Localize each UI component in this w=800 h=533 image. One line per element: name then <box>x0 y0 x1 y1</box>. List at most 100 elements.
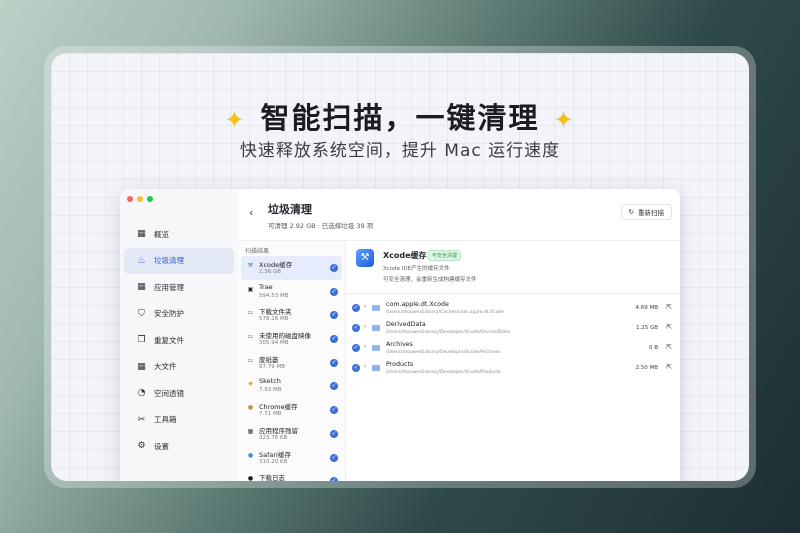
cache-entry[interactable]: ✓ › com.apple.dt.Xcode /Users/zhouwei/Li… <box>352 299 672 319</box>
open-external-icon[interactable]: ⇱ <box>666 303 672 311</box>
folder-icon <box>372 365 380 371</box>
chevron-right-icon[interactable]: › <box>364 323 366 330</box>
checkbox[interactable]: ✓ <box>330 477 338 481</box>
item-name: 应用程序残留 <box>259 426 298 435</box>
cache-entry[interactable]: ✓ › Archives /Users/zhouwei/Library/Deve… <box>352 339 672 359</box>
zoom-window-button[interactable] <box>147 196 153 202</box>
sidebar-item-apps[interactable]: ▦ 应用管理 <box>124 274 234 301</box>
sidebar-item-duplicates[interactable]: ❐ 重复文件 <box>124 327 234 354</box>
item-name: Trae <box>259 282 273 291</box>
checkbox[interactable]: ✓ <box>352 304 360 312</box>
xcode-icon: ⚒ <box>356 249 374 267</box>
close-window-button[interactable] <box>127 196 133 202</box>
list-item[interactable]: ▣ Trae 594.53 MB ✓ <box>241 280 342 304</box>
minimize-window-button[interactable] <box>137 196 143 202</box>
sidebar-item-label: 应用管理 <box>154 282 184 292</box>
folder-icon <box>372 305 380 311</box>
entry-path: /Users/zhouwei/Library/Developer/Xcode/D… <box>386 330 510 335</box>
sketch-icon: ◆ <box>248 380 253 388</box>
item-size: 1.36 GB <box>259 269 282 275</box>
sidebar-item-settings[interactable]: ⚙ 设置 <box>124 433 234 460</box>
scan-summary: 可清理 2.92 GB · 已选择垃圾 39 项 <box>268 222 374 230</box>
folder-icon <box>372 325 380 331</box>
entry-path: /Users/zhouwei/Library/Developer/Xcode/P… <box>386 370 501 375</box>
apps-icon: ▦ <box>247 427 254 435</box>
item-size: 7.71 MB <box>259 411 282 418</box>
checkbox[interactable]: ✓ <box>330 311 338 320</box>
entry-size: 1.25 GB <box>635 325 658 331</box>
list-item[interactable]: ● 下载日志 ✓ <box>241 469 342 481</box>
entry-size: 2.50 MB <box>635 365 658 371</box>
sidebar-item-large-files[interactable]: ▦ 大文件 <box>124 354 234 381</box>
item-name: 下载文件夹 <box>259 308 292 317</box>
monitor-icon: ▭ <box>247 309 254 317</box>
item-size: 310.20 KB <box>259 458 288 465</box>
traffic-lights <box>127 196 153 202</box>
list-item[interactable]: ▭ 未使用的磁盘映像 305.94 MB ✓ <box>241 327 342 351</box>
item-size: 323.76 KB <box>259 434 288 441</box>
entry-size: 4.69 MB <box>635 305 658 311</box>
chevron-right-icon[interactable]: › <box>364 343 366 350</box>
item-name: 废纸篓 <box>259 355 279 364</box>
entry-name: com.apple.dt.Xcode <box>386 301 449 308</box>
list-item[interactable]: ◆ Sketch 7.93 MB ✓ <box>241 374 342 398</box>
item-name: 未使用的磁盘映像 <box>259 332 311 341</box>
tools-icon: ✂ <box>137 414 146 425</box>
list-item[interactable]: ▭ 下载文件夹 578.16 MB ✓ <box>241 303 342 327</box>
list-item[interactable]: ● Safari缓存 310.20 KB ✓ <box>241 446 342 470</box>
detail-description: Xcode IDE产生的缓存文件 <box>383 266 450 272</box>
scan-results-list: 扫描结果 ⚒ Xcode缓存 1.36 GB ✓ ▣ Trae 594.53 MB ✓ ▭ 下… <box>238 241 346 481</box>
chrome-icon: ● <box>247 404 254 412</box>
monitor-icon: ▭ <box>247 356 254 364</box>
list-item[interactable]: ⚒ Xcode缓存 1.36 GB ✓ <box>241 256 342 280</box>
checkbox[interactable]: ✓ <box>352 364 360 372</box>
open-external-icon[interactable]: ⇱ <box>666 363 672 371</box>
item-name: Sketch <box>259 377 281 386</box>
checkbox[interactable]: ✓ <box>330 406 338 415</box>
checkbox[interactable]: ✓ <box>330 335 338 344</box>
gear-icon: ⚙ <box>137 441 146 452</box>
chevron-right-icon[interactable]: › <box>364 363 366 370</box>
sidebar: ▦ 概览 ♨ 垃圾清理 ▦ 应用管理 ⛉ 安全防护 ❐ 重复文件 ▦ 大文件 ◔ 空间透镜 ✂… <box>120 189 238 481</box>
checkbox[interactable]: ✓ <box>330 453 338 462</box>
monitor-icon: ▭ <box>247 333 254 341</box>
sidebar-item-label: 工具箱 <box>154 415 177 425</box>
detail-panel: ⚒ Xcode缓存 可安全清理 Xcode IDE产生的缓存文件 可安全清理，会… <box>346 241 680 481</box>
cache-entry[interactable]: ✓ › DerivedData /Users/zhouwei/Library/D… <box>352 319 672 339</box>
safari-icon: ● <box>247 451 254 459</box>
checkbox[interactable]: ✓ <box>330 429 338 438</box>
sidebar-item-space-lens[interactable]: ◔ 空间透镜 <box>124 380 234 407</box>
hero-title-row: ✦ 智能扫描，一键清理 ✦ <box>51 95 749 137</box>
sidebar-item-toolbox[interactable]: ✂ 工具箱 <box>124 407 234 434</box>
cache-entry[interactable]: ✓ › Products /Users/zhouwei/Library/Deve… <box>352 359 672 379</box>
safe-badge: 可安全清理 <box>428 250 462 261</box>
checkbox[interactable]: ✓ <box>352 344 360 352</box>
sidebar-item-junk-clean[interactable]: ♨ 垃圾清理 <box>124 247 234 274</box>
item-size: 578.16 MB <box>259 316 289 323</box>
sidebar-item-security[interactable]: ⛉ 安全防护 <box>124 301 234 328</box>
list-item[interactable]: ▭ 废纸篓 87.79 MB ✓ <box>241 351 342 375</box>
checkbox[interactable]: ✓ <box>330 287 338 296</box>
results-heading: 扫描结果 <box>245 248 270 255</box>
chevron-right-icon[interactable]: › <box>364 303 366 310</box>
list-item[interactable]: ▦ 应用程序残留 323.76 KB ✓ <box>241 422 342 446</box>
rescan-label: 重新扫描 <box>638 209 664 217</box>
rescan-button[interactable]: ↻ 重新扫描 <box>620 204 672 220</box>
back-button[interactable]: ‹ <box>249 206 253 219</box>
list-item[interactable]: ● Chrome缓存 7.71 MB ✓ <box>241 398 342 422</box>
open-external-icon[interactable]: ⇱ <box>666 323 672 331</box>
grid-icon: ▦ <box>137 229 146 240</box>
entry-path: /Users/zhouwei/Library/Developer/Xcode/A… <box>386 350 501 355</box>
checkbox[interactable]: ✓ <box>352 324 360 332</box>
hero-title: 智能扫描，一键清理 <box>260 101 540 135</box>
checkbox[interactable]: ✓ <box>330 382 338 391</box>
checkbox[interactable]: ✓ <box>330 264 338 272</box>
showcase-panel: ✦ 智能扫描，一键清理 ✦ 快速释放系统空间，提升 Mac 运行速度 ▦ 概览 ♨ 垃圾… <box>51 53 749 481</box>
open-external-icon[interactable]: ⇱ <box>666 343 672 351</box>
sidebar-item-overview[interactable]: ▦ 概览 <box>124 221 234 248</box>
hero-subtitle: 快速释放系统空间，提升 Mac 运行速度 <box>239 141 561 161</box>
duplicate-icon: ❐ <box>137 335 146 346</box>
large-file-icon: ▦ <box>137 361 146 372</box>
sidebar-item-label: 重复文件 <box>154 335 184 345</box>
checkbox[interactable]: ✓ <box>330 358 338 367</box>
